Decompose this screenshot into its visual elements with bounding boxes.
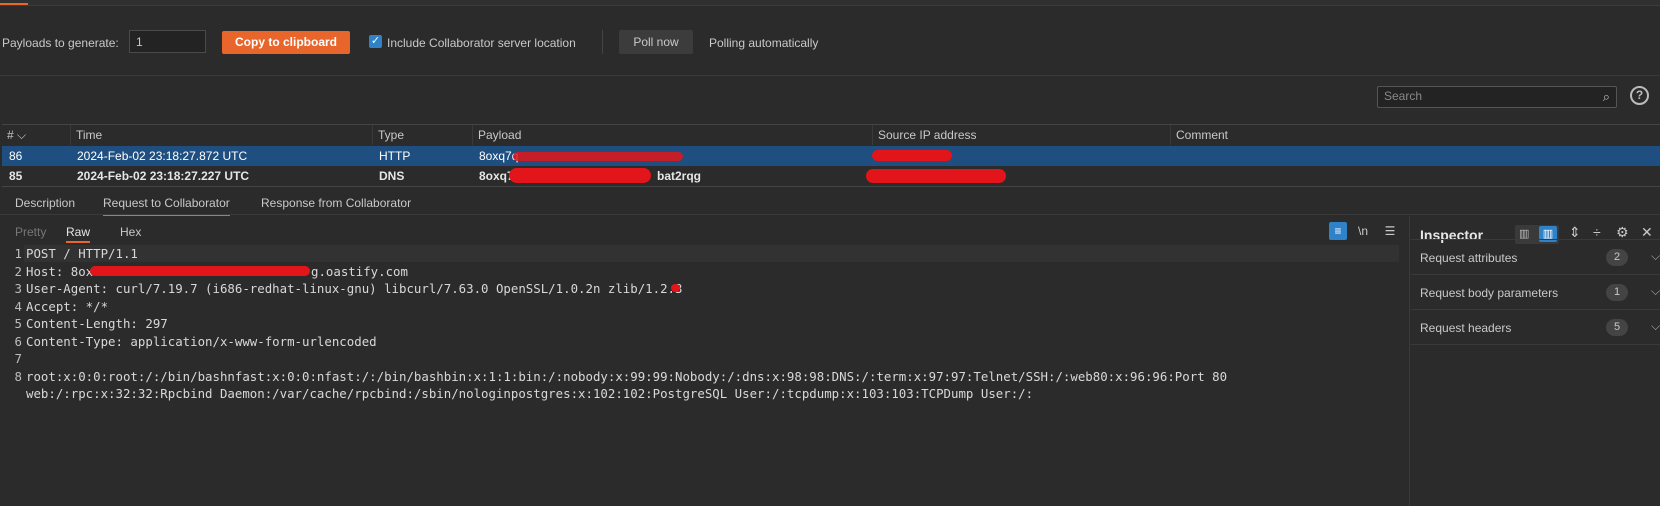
column-header-payload[interactable]: Payload <box>472 125 872 145</box>
chevron-down-icon[interactable]: ⌵ <box>1651 284 1660 299</box>
code-line: web:/:rpc:x:32:32:Rpcbind Daemon:/var/ca… <box>26 386 1034 401</box>
chevron-down-icon[interactable]: ⌵ <box>1651 249 1660 264</box>
active-tab-indicator <box>0 3 28 5</box>
inspector-section-request-body-parameters[interactable]: Request body parameters 1 ⌵ <box>1411 274 1660 310</box>
code-line: 5 Content-Length: 297 <box>14 316 168 331</box>
copy-to-clipboard-button[interactable]: Copy to clipboard <box>222 31 350 54</box>
redaction-mark <box>509 168 651 183</box>
subtab-pretty[interactable]: Pretty <box>15 225 46 239</box>
column-header-source-ip[interactable]: Source IP address <box>872 125 1170 145</box>
section-count-badge: 2 <box>1606 249 1628 266</box>
payloads-label: Payloads to generate: <box>2 36 119 50</box>
poll-now-button[interactable]: Poll now <box>619 30 693 54</box>
section-label: Request headers <box>1420 321 1512 335</box>
redaction-mark <box>513 152 683 161</box>
payloads-count-input[interactable] <box>129 30 206 53</box>
column-header-comment[interactable]: Comment <box>1170 125 1660 145</box>
inspector-section-request-headers[interactable]: Request headers 5 ⌵ <box>1411 309 1660 345</box>
row-number: 86 <box>9 149 23 163</box>
row-payload: 8oxq7q <box>479 149 519 163</box>
request-editor: Pretty Raw Hex ≡ \n ☰ 1 POST / HTTP/1.1 2… <box>0 216 1410 506</box>
code-line: 8 root:x:0:0:root:/:/bin/bashnfast:x:0:0:… <box>14 368 1228 384</box>
search-icon[interactable]: ⌕ <box>1603 89 1610 105</box>
include-location-checkbox[interactable]: ✓ <box>369 35 382 48</box>
menu-icon[interactable]: ☰ <box>1381 222 1399 240</box>
subtab-hex[interactable]: Hex <box>120 225 141 239</box>
inspector-panel: Inspector ▥ ▥ ⇕ ÷ ⚙ ✕ Request attributes… <box>1411 216 1660 506</box>
table-row[interactable]: 85 2024-Feb-02 23:18:27.227 UTC DNS 8oxq… <box>2 166 1660 186</box>
code-line: 1 POST / HTTP/1.1 <box>14 246 138 261</box>
search-input[interactable]: Search ⌕ <box>1377 86 1617 108</box>
section-label: Request body parameters <box>1420 286 1559 300</box>
chevron-down-icon[interactable]: ⌵ <box>1651 319 1660 334</box>
column-header-time[interactable]: Time <box>70 125 372 145</box>
row-type: DNS <box>379 169 405 183</box>
tab-request-to-collaborator[interactable]: Request to Collaborator <box>103 196 230 217</box>
newline-toggle-icon[interactable]: \n <box>1354 222 1372 240</box>
sort-chevron-icon[interactable]: ⌵ <box>17 128 26 142</box>
column-header-number[interactable]: # ⌵ <box>2 125 70 145</box>
code-line: 2 Host: 8ox g.oastify.com <box>14 263 408 279</box>
column-header-type[interactable]: Type <box>372 125 472 145</box>
include-location-label: Include Collaborator server location <box>387 36 576 50</box>
code-line: 4 Accept: */* <box>14 298 109 314</box>
section-count-badge: 5 <box>1606 319 1628 336</box>
tab-description[interactable]: Description <box>15 196 75 210</box>
code-line: 6 Content-Type: application/x-www-form-ur… <box>14 333 377 349</box>
collaborator-toolbar: Payloads to generate: Copy to clipboard … <box>0 6 1660 76</box>
row-payload-suffix: bat2rqg <box>657 169 702 183</box>
code-line: 7 <box>14 351 22 366</box>
help-icon[interactable]: ? <box>1630 86 1649 105</box>
inspector-section-request-attributes[interactable]: Request attributes 2 ⌵ <box>1411 239 1660 275</box>
detail-tabs: Description Request to Collaborator Resp… <box>0 189 1660 217</box>
section-label: Request attributes <box>1420 251 1518 265</box>
table-row[interactable]: 86 2024-Feb-02 23:18:27.872 UTC HTTP 8ox… <box>2 146 1660 166</box>
row-number: 85 <box>9 169 23 183</box>
row-type: HTTP <box>379 149 411 163</box>
search-placeholder: Search <box>1384 89 1423 103</box>
redaction-mark <box>866 169 1006 183</box>
row-time: 2024-Feb-02 23:18:27.872 UTC <box>77 149 248 163</box>
interactions-table: # ⌵ Time Type Payload Source IP address … <box>2 124 1660 187</box>
search-row: Search ⌕ ? <box>0 76 1660 124</box>
redaction-mark <box>872 150 952 161</box>
wrap-lines-icon[interactable]: ≡ <box>1329 222 1347 240</box>
tab-response-from-collaborator[interactable]: Response from Collaborator <box>261 196 411 210</box>
toolbar-divider <box>602 30 603 54</box>
subtab-raw[interactable]: Raw <box>66 225 91 243</box>
polling-status: Polling automatically <box>709 36 819 50</box>
redaction-mark <box>90 265 310 276</box>
row-time: 2024-Feb-02 23:18:27.227 UTC <box>77 169 250 183</box>
redaction-mark <box>671 284 680 292</box>
section-count-badge: 1 <box>1606 284 1628 301</box>
collapse-all-icon[interactable]: ÷ <box>1593 224 1601 240</box>
code-line: 3 User-Agent: curl/7.19.7 (i686-redhat-li… <box>14 281 683 296</box>
